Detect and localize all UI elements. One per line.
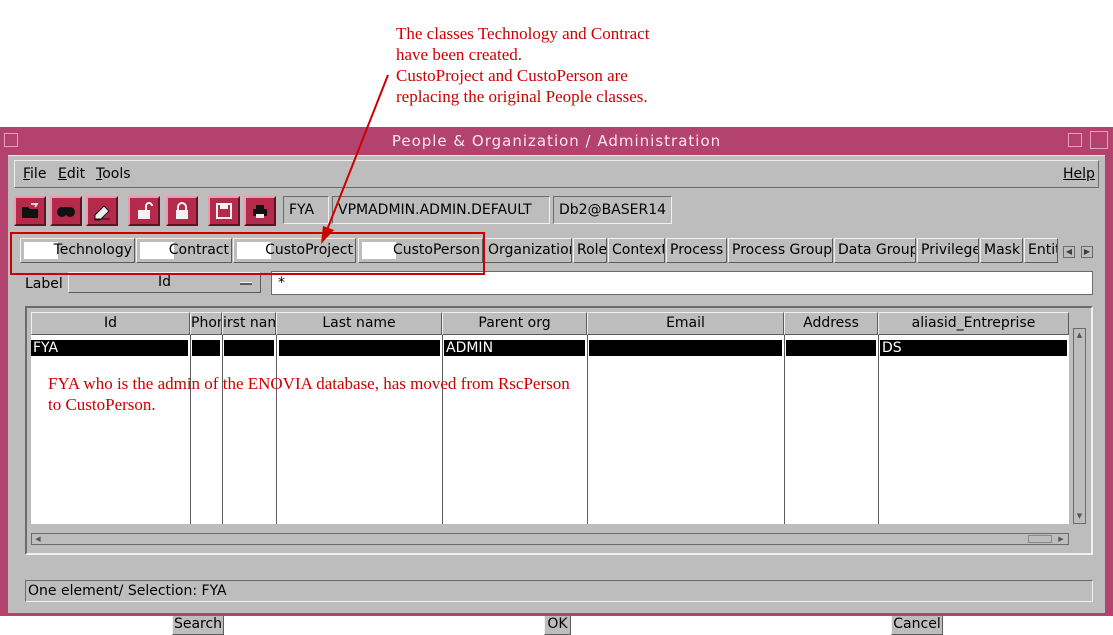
menu-edit[interactable]: Edit xyxy=(58,166,85,182)
menu-help[interactable]: Help xyxy=(1063,166,1095,182)
ok-button[interactable]: OK xyxy=(544,613,571,635)
header-id[interactable]: Id xyxy=(31,312,190,335)
tab-label: Entity xyxy=(1028,242,1057,258)
cell-last-name[interactable] xyxy=(279,340,440,356)
lock-button[interactable] xyxy=(166,196,198,226)
binoculars-button[interactable] xyxy=(50,196,82,226)
minimize-icon[interactable] xyxy=(1068,133,1082,147)
open-folder-button[interactable] xyxy=(14,196,46,226)
bottom-annotation: FYA who is the admin of the ENOVIA datab… xyxy=(48,374,570,414)
tab-label: Organization xyxy=(488,242,572,258)
tab-process[interactable]: Process xyxy=(666,238,727,263)
file-label: ile xyxy=(30,166,47,182)
tab-scroll-left-icon[interactable]: ◀ xyxy=(1063,246,1075,258)
column-divider xyxy=(878,335,879,524)
cell-parent-org[interactable]: ADMIN xyxy=(444,340,585,356)
help-label: Help xyxy=(1063,166,1095,182)
user-display: FYA xyxy=(283,196,329,224)
horizontal-scrollbar[interactable]: ◀ ▶ xyxy=(31,533,1069,545)
tab-data-group[interactable]: Data Group xyxy=(834,238,916,263)
vertical-scrollbar[interactable]: ▲ ▼ xyxy=(1073,328,1086,524)
tab-label: Process xyxy=(670,242,724,258)
eraser-button[interactable] xyxy=(86,196,118,226)
tab-context[interactable]: Context xyxy=(608,238,665,263)
tab-label: Privilege xyxy=(921,242,979,258)
tab-privilege[interactable]: Privilege xyxy=(917,238,979,263)
tab-entity[interactable]: Entity xyxy=(1024,238,1058,263)
scroll-up-icon[interactable]: ▲ xyxy=(1075,330,1084,340)
column-divider xyxy=(442,335,443,524)
application-window: People & Organization / Administration F… xyxy=(0,127,1113,635)
menu-file[interactable]: File xyxy=(23,166,46,182)
tools-label: ools xyxy=(102,166,131,182)
unlock-icon xyxy=(138,202,153,219)
tab-label: Role xyxy=(577,242,607,258)
file-mnemonic: F xyxy=(23,166,31,182)
eraser-icon xyxy=(94,205,110,221)
printer-icon xyxy=(253,205,267,218)
tab-label: Mask xyxy=(984,242,1021,258)
edit-label: dit xyxy=(66,166,86,182)
scroll-thumb[interactable] xyxy=(1028,535,1052,543)
maximize-icon[interactable] xyxy=(1090,131,1108,149)
context-display: VPMADMIN.ADMIN.DEFAULT xyxy=(332,196,550,224)
database-display: Db2@BASER14 xyxy=(553,196,672,224)
results-table: Id Phon irst nam Last name Parent org Em… xyxy=(25,306,1093,555)
column-divider xyxy=(190,335,191,524)
binoculars-icon xyxy=(57,207,75,217)
tab-organization[interactable]: Organization xyxy=(484,238,572,263)
top-annotation: The classes Technology and Contract have… xyxy=(396,24,650,106)
option-menu-icon xyxy=(240,282,252,285)
header-parent-org[interactable]: Parent org xyxy=(442,312,587,335)
print-button[interactable] xyxy=(244,196,276,226)
cell-email[interactable] xyxy=(589,340,782,356)
cancel-button[interactable]: Cancel xyxy=(891,613,943,635)
header-last-name[interactable]: Last name xyxy=(276,312,442,335)
unlock-button[interactable] xyxy=(128,196,160,226)
open-folder-icon xyxy=(22,203,39,218)
lock-icon xyxy=(176,202,188,219)
header-email[interactable]: Email xyxy=(587,312,784,335)
search-button[interactable]: Search xyxy=(172,613,224,635)
tab-scroll-right-icon[interactable]: ▶ xyxy=(1081,246,1093,258)
header-first-name[interactable]: irst nam xyxy=(222,312,276,335)
menu-tools[interactable]: Tools xyxy=(96,166,131,182)
cell-phone[interactable] xyxy=(192,340,220,356)
save-button[interactable] xyxy=(208,196,240,226)
column-divider xyxy=(587,335,588,524)
cell-alias[interactable]: DS xyxy=(880,340,1067,356)
tab-mask[interactable]: Mask xyxy=(980,238,1023,263)
scroll-right-icon[interactable]: ▶ xyxy=(1056,534,1066,544)
menu-bar: File Edit Tools Help xyxy=(14,160,1099,188)
scroll-down-icon[interactable]: ▼ xyxy=(1075,511,1084,521)
status-bar: One element/ Selection: FYA xyxy=(25,580,1093,602)
header-phone[interactable]: Phon xyxy=(190,312,222,335)
title-bar[interactable]: People & Organization / Administration xyxy=(0,127,1113,155)
table-body: Id Phon irst nam Last name Parent org Em… xyxy=(31,312,1069,524)
tab-label: Process Group xyxy=(732,242,833,258)
column-divider xyxy=(276,335,277,524)
label-select-value: Id xyxy=(157,274,171,290)
scroll-left-icon[interactable]: ◀ xyxy=(33,534,43,544)
header-alias[interactable]: aliasid_Entreprise xyxy=(878,312,1069,335)
tab-label: Context xyxy=(612,242,665,258)
header-address[interactable]: Address xyxy=(784,312,878,335)
edit-mnemonic: E xyxy=(58,166,67,182)
tab-process-group[interactable]: Process Group xyxy=(728,238,833,263)
window-title: People & Organization / Administration xyxy=(391,132,722,150)
floppy-disk-icon xyxy=(216,203,232,219)
column-divider xyxy=(784,335,785,524)
label-caption: Label xyxy=(25,276,63,292)
label-field-select[interactable]: Id xyxy=(68,272,261,293)
cell-first-name[interactable] xyxy=(224,340,274,356)
tab-role[interactable]: Role xyxy=(573,238,607,263)
tab-label: Data Group xyxy=(838,242,916,258)
highlight-box xyxy=(10,232,485,275)
cell-id[interactable]: FYA xyxy=(31,340,188,356)
column-divider xyxy=(222,335,223,524)
cell-address[interactable] xyxy=(786,340,876,356)
